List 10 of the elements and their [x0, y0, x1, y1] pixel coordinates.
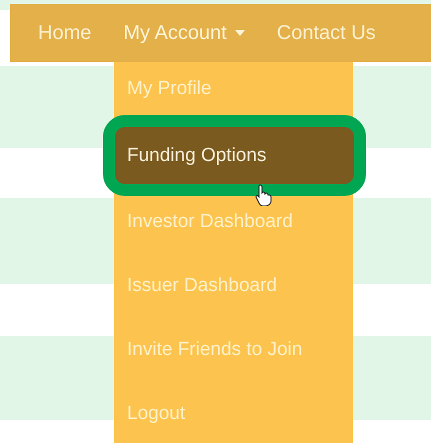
hand-cursor-icon — [254, 184, 272, 206]
nav-link[interactable]: Contact Us — [276, 22, 376, 44]
menu-item[interactable]: Investor Dashboard — [114, 196, 353, 248]
menu-item[interactable]: Issuer Dashboard — [114, 260, 353, 312]
menu-item[interactable]: Funding Options — [103, 115, 366, 196]
menu-item[interactable]: Logout — [114, 388, 353, 440]
nav-link[interactable]: Home — [38, 22, 92, 44]
menu-item[interactable]: Invite Friends to Join — [114, 324, 353, 376]
menu-item[interactable]: My Profile — [114, 62, 353, 115]
nav-link[interactable]: My Account — [123, 22, 245, 44]
